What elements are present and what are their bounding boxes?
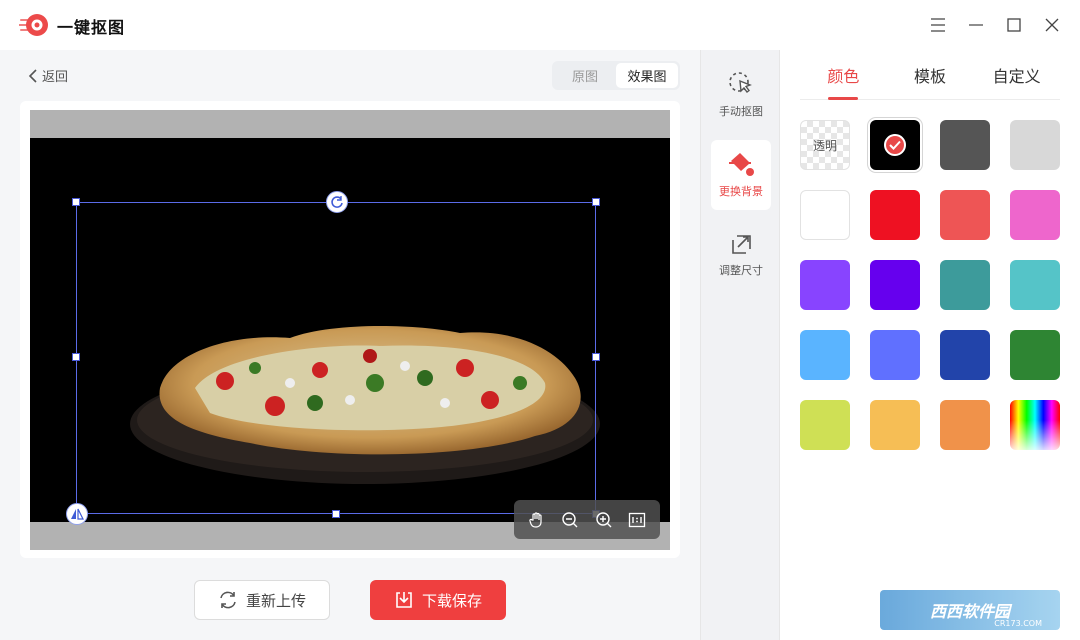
panel-tabs: 颜色 模板 自定义 [800,50,1060,100]
actual-size-icon[interactable] [625,508,649,532]
maximize-icon[interactable] [1002,13,1026,37]
swatch-color[interactable] [870,400,920,450]
checkmark-icon [884,134,906,156]
tool-change-background-label: 更换背景 [719,185,763,198]
reupload-button[interactable]: 重新上传 [194,580,330,620]
swatch-color[interactable] [1010,330,1060,380]
minimize-icon[interactable] [964,13,988,37]
chevron-left-icon [28,68,37,83]
watermark: 西西软件园 CR173.COM [880,590,1060,630]
tab-custom[interactable]: 自定义 [973,50,1060,99]
save-label: 下载保存 [421,591,482,610]
close-icon[interactable] [1040,13,1064,37]
download-save-button[interactable]: 下载保存 [370,580,506,620]
swatch-color[interactable] [870,330,920,380]
flip-icon[interactable] [66,503,88,525]
download-icon [396,592,412,608]
tool-manual-cutout-label: 手动抠图 [719,105,763,118]
back-label: 返回 [42,70,69,85]
background-panel: 颜色 模板 自定义 透明 [780,50,1080,640]
swatch-color[interactable] [1010,260,1060,310]
swatch-color[interactable] [940,190,990,240]
editor-area: 返回 原图 效果图 重新上传 下载保存 [0,50,700,640]
swatch-color[interactable] [870,260,920,310]
resize-handle-left[interactable] [72,353,80,361]
app-logo-icon [19,14,48,36]
tool-manual-cutout[interactable]: 手动抠图 [711,60,771,130]
swatch-color[interactable] [940,330,990,380]
tab-result[interactable]: 效果图 [616,63,678,88]
swatch-color[interactable] [1010,190,1060,240]
tab-color[interactable]: 颜色 [800,50,887,99]
resize-icon [732,235,751,254]
swatch-transparent-label: 透明 [812,138,837,153]
refresh-icon [220,591,236,609]
tab-original[interactable]: 原图 [554,63,616,88]
manual-cutout-icon [729,72,752,93]
swatch-color[interactable] [940,260,990,310]
watermark-sub: CR173.COM [994,619,1042,628]
paint-bucket-icon [729,153,754,176]
back-button[interactable]: 返回 [28,66,68,85]
swatch-color[interactable] [800,330,850,380]
app-title: 一键抠图 [57,18,126,37]
swatch-color[interactable] [870,190,920,240]
swatch-color[interactable] [800,400,850,450]
view-toggle: 原图 效果图 [552,61,680,90]
swatch-color[interactable] [940,120,990,170]
resize-handle-top-right[interactable] [592,198,600,206]
zoom-out-icon[interactable] [558,508,582,532]
selection-box[interactable] [76,202,596,514]
resize-handle-bottom[interactable] [332,510,340,518]
tool-resize-label: 调整尺寸 [719,264,763,277]
swatch-custom-color-picker[interactable] [1010,400,1060,450]
rotate-icon[interactable] [326,191,348,213]
title-bar: 一键抠图 [0,0,1080,50]
hand-icon[interactable] [525,508,549,532]
swatch-color[interactable] [940,400,990,450]
tool-change-background[interactable]: 更换背景 [711,140,771,210]
swatch-color[interactable] [1010,120,1060,170]
resize-handle-top-left[interactable] [72,198,80,206]
swatch-color[interactable] [870,120,920,170]
tool-sidebar: 手动抠图 更换背景 调整尺寸 [700,50,780,640]
swatch-color[interactable] [800,260,850,310]
tool-resize[interactable]: 调整尺寸 [711,220,771,290]
zoom-toolbar [514,500,660,539]
swatch-transparent[interactable]: 透明 [800,120,850,170]
menu-icon[interactable] [926,13,950,37]
tab-template[interactable]: 模板 [887,50,974,99]
reupload-label: 重新上传 [245,591,306,610]
zoom-in-icon[interactable] [592,508,616,532]
swatch-color[interactable] [800,190,850,240]
resize-handle-right[interactable] [592,353,600,361]
